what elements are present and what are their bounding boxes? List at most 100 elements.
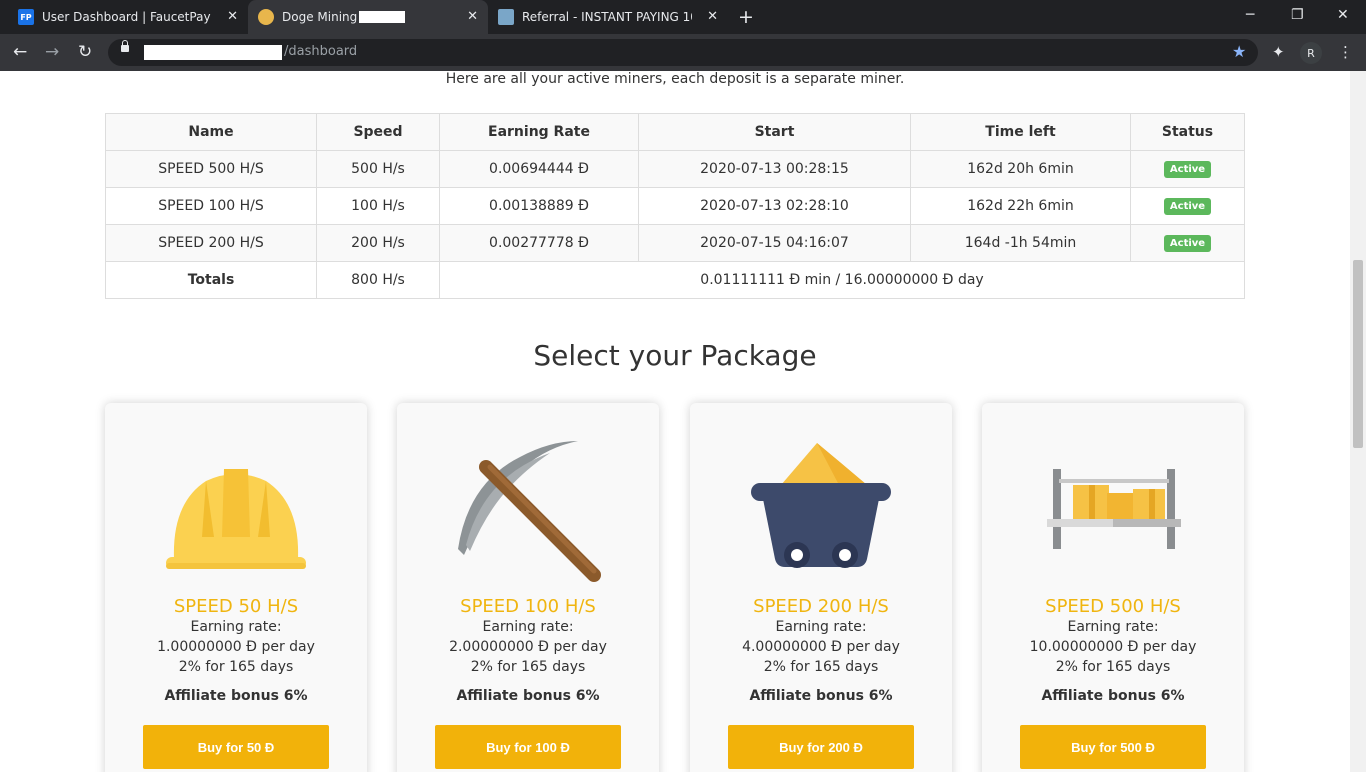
earning-rate-label: Earning rate: [482,619,574,635]
affiliate-bonus: Affiliate bonus 6% [164,688,308,704]
miner-rate: 0.00277778 Đ [439,224,639,262]
back-icon[interactable]: ← [13,42,27,62]
package-speed: SPEED 100 H/S [460,596,596,617]
column-header: Speed [316,113,440,151]
package-card: SPEED 500 H/S Earning rate: 10.00000000 … [982,403,1244,772]
miner-name: SPEED 100 H/S [105,187,317,225]
per-day-rate: 4.00000000 Đ per day [742,639,900,655]
miner-status: Active [1130,224,1245,262]
restore-icon[interactable]: ❐ [1291,7,1304,23]
buy-200-button[interactable]: Buy for 200 Đ [728,725,914,769]
close-icon[interactable]: ✕ [467,9,478,24]
per-day-rate: 1.00000000 Đ per day [157,639,315,655]
profile-avatar[interactable]: R [1300,42,1322,64]
tab-title: Referral - INSTANT PAYING 100 F [522,10,692,24]
miner-rate: 0.00138889 Đ [439,187,639,225]
close-window-icon[interactable]: ✕ [1337,7,1349,23]
minimize-icon[interactable]: ─ [1246,7,1254,23]
mine-cart-icon [751,443,891,568]
new-tab-icon[interactable]: + [738,6,754,28]
miner-status: Active [1130,187,1245,225]
cube-favicon [498,9,514,25]
tab-faucetpay[interactable]: FP User Dashboard | FaucetPay ✕ [8,0,248,34]
tab-referral[interactable]: Referral - INSTANT PAYING 100 F ✕ [488,0,728,34]
duration: 2% for 165 days [1055,659,1171,675]
totals-speed: 800 H/s [316,261,440,299]
miner-status: Active [1130,150,1245,188]
page-content: Here are all your active miners, each de… [0,71,1350,772]
column-header: Earning Rate [439,113,639,151]
per-day-rate: 10.00000000 Đ per day [1029,639,1197,655]
menu-icon[interactable]: ⋮ [1338,43,1353,61]
status-badge: Active [1163,235,1212,252]
duration: 2% for 165 days [178,659,294,675]
pickaxe-icon [458,441,601,582]
buy-50-button[interactable]: Buy for 50 Đ [143,725,329,769]
package-card: SPEED 200 H/S Earning rate: 4.00000000 Đ… [690,403,952,772]
package-speed: SPEED 50 H/S [173,596,299,617]
scrollbar-thumb[interactable] [1353,260,1363,448]
package-speed: SPEED 200 H/S [753,596,889,617]
miner-speed: 500 H/s [316,150,440,188]
duration: 2% for 165 days [763,659,879,675]
miner-time-left: 162d 20h 6min [910,150,1131,188]
page-scrollbar[interactable] [1350,71,1366,772]
table-header-row: Name Speed Earning Rate Start Time left … [105,113,1245,151]
miner-start: 2020-07-13 02:28:10 [638,187,911,225]
reload-icon[interactable]: ↻ [78,42,92,62]
redacted-block [359,11,406,23]
column-header: Start [638,113,911,151]
duration: 2% for 165 days [470,659,586,675]
tab-title: Doge Mining [282,10,358,24]
earning-rate-label: Earning rate: [1067,619,1159,635]
forward-icon[interactable]: → [45,42,59,62]
miners-table: Name Speed Earning Rate Start Time left … [105,113,1245,299]
close-icon[interactable]: ✕ [227,9,238,24]
table-row: SPEED 500 H/S 500 H/s 0.00694444 Đ 2020-… [105,150,1245,188]
package-card: SPEED 50 H/S Earning rate: 1.00000000 Đ … [105,403,367,772]
doge-coin-favicon [258,9,274,25]
address-bar[interactable]: /dashboard ★ [108,39,1258,66]
affiliate-bonus: Affiliate bonus 6% [749,688,893,704]
table-row: SPEED 200 H/S 200 H/s 0.00277778 Đ 2020-… [105,224,1245,262]
status-badge: Active [1163,161,1212,178]
per-day-rate: 2.00000000 Đ per day [449,639,607,655]
totals-summary: 0.01111111 Đ min / 16.00000000 Đ day [439,261,1245,299]
faucetpay-favicon: FP [18,9,34,25]
close-icon[interactable]: ✕ [707,9,718,24]
miner-time-left: 164d -1h 54min [910,224,1131,262]
hard-hat-icon [166,469,306,569]
buy-500-button[interactable]: Buy for 500 Đ [1020,725,1206,769]
miner-start: 2020-07-13 00:28:15 [638,150,911,188]
column-header: Status [1130,113,1245,151]
tab-doge-mining[interactable]: Doge Mining ✕ [248,0,488,34]
miner-start: 2020-07-15 04:16:07 [638,224,911,262]
tab-title: User Dashboard | FaucetPay [42,10,211,24]
buy-100-button[interactable]: Buy for 100 Đ [435,725,621,769]
bookmark-star-icon[interactable]: ★ [1232,42,1246,61]
browser-toolbar: ← → ↻ /dashboard ★ ✦ R ⋮ [0,34,1366,71]
storage-shelf-icon [1047,469,1181,549]
status-badge: Active [1163,198,1212,215]
miner-name: SPEED 500 H/S [105,150,317,188]
extensions-icon[interactable]: ✦ [1272,43,1285,61]
affiliate-bonus: Affiliate bonus 6% [456,688,600,704]
earning-rate-label: Earning rate: [775,619,867,635]
earning-rate-label: Earning rate: [190,619,282,635]
totals-row: Totals 800 H/s 0.01111111 Đ min / 16.000… [105,261,1245,299]
miner-time-left: 162d 22h 6min [910,187,1131,225]
totals-label: Totals [105,261,317,299]
browser-tab-bar: FP User Dashboard | FaucetPay ✕ Doge Min… [0,0,1366,34]
table-row: SPEED 100 H/S 100 H/s 0.00138889 Đ 2020-… [105,187,1245,225]
miner-rate: 0.00694444 Đ [439,150,639,188]
packages-title: Select your Package [533,339,817,372]
miner-name: SPEED 200 H/S [105,224,317,262]
miner-speed: 200 H/s [316,224,440,262]
url-path: /dashboard [284,44,358,59]
package-card: SPEED 100 H/S Earning rate: 2.00000000 Đ… [397,403,659,772]
lock-icon [121,40,129,52]
column-header: Time left [910,113,1131,151]
affiliate-bonus: Affiliate bonus 6% [1041,688,1185,704]
column-header: Name [105,113,317,151]
miner-speed: 100 H/s [316,187,440,225]
